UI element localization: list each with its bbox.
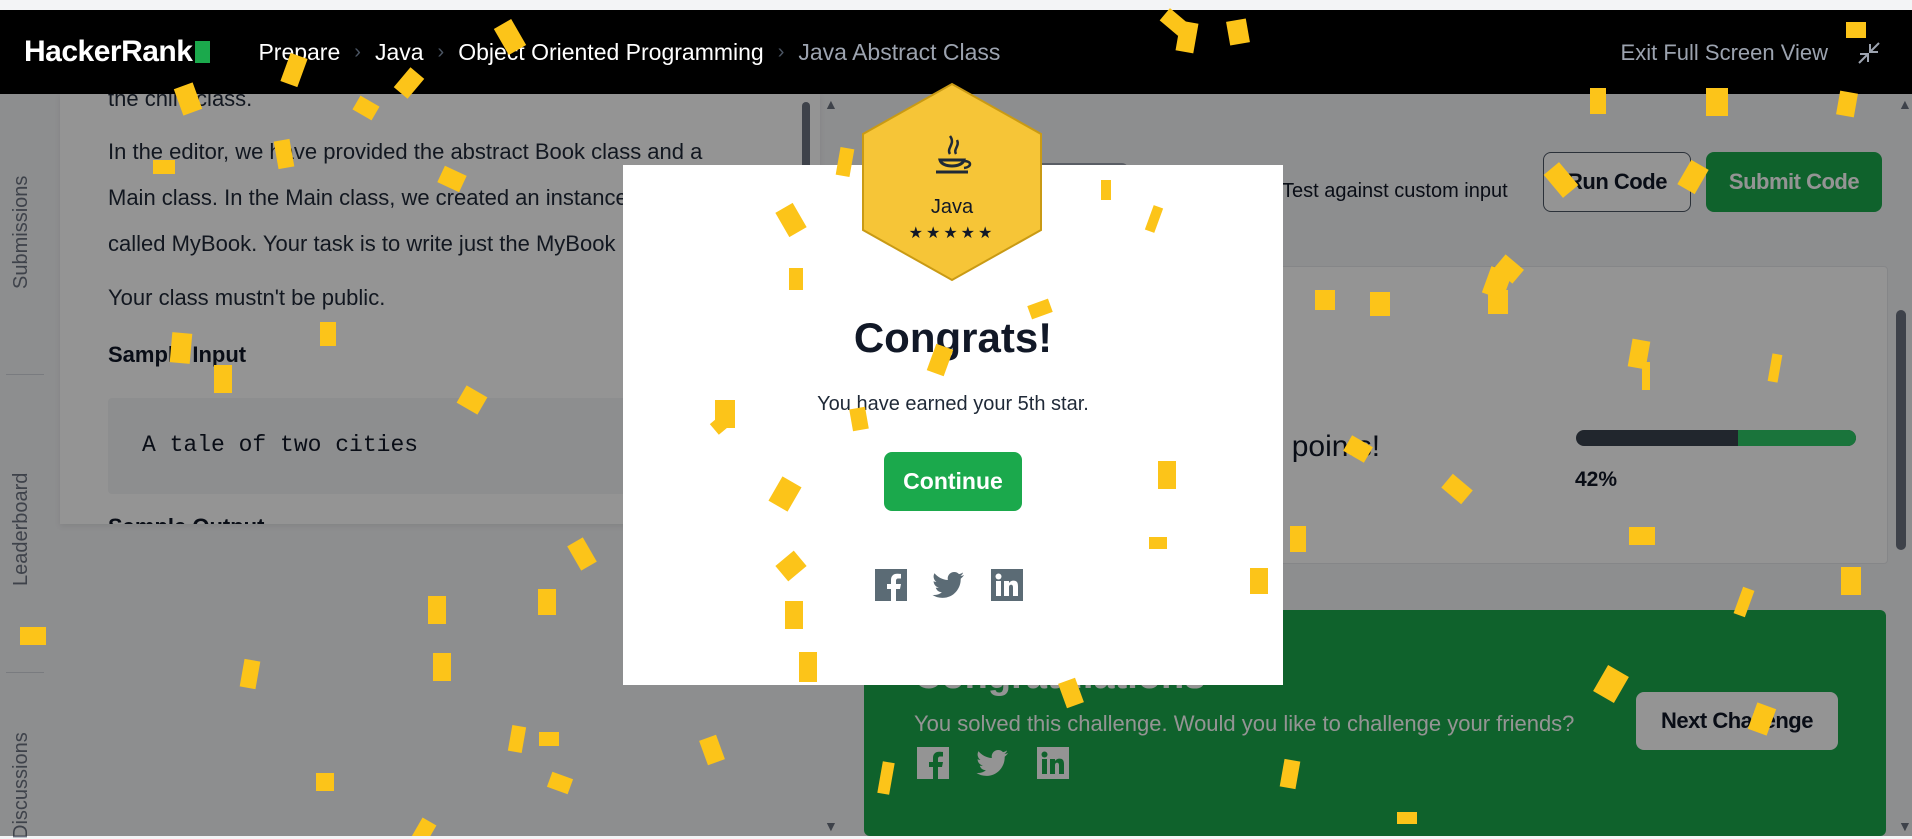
brand-square-icon <box>195 41 211 63</box>
breadcrumb-prepare[interactable]: Prepare <box>258 39 340 66</box>
star-rating: ★★★★★ <box>908 225 996 242</box>
breadcrumb-current: Java Abstract Class <box>798 38 1001 65</box>
breadcrumb-oop[interactable]: Object Oriented Programming <box>458 39 764 66</box>
chevron-right-icon: › <box>777 40 785 63</box>
linkedin-icon[interactable] <box>990 568 1024 602</box>
minimize-icon[interactable] <box>1856 40 1882 66</box>
modal-title: Congrats! <box>853 314 1053 361</box>
java-badge <box>862 82 1042 282</box>
chevron-right-icon: › <box>437 40 445 63</box>
brand-logo[interactable]: HackerRank <box>24 35 211 69</box>
modal-share-icons <box>874 568 1024 602</box>
brand-name: HackerRank <box>24 35 193 68</box>
breadcrumb-java[interactable]: Java <box>375 39 424 66</box>
facebook-icon[interactable] <box>874 568 908 602</box>
modal-subtitle: You have earned your 5th star. <box>817 393 1089 415</box>
breadcrumb: Prepare › Java › Object Oriented Program… <box>258 39 1000 66</box>
badge-label: Java <box>930 196 974 218</box>
chevron-right-icon: › <box>354 40 361 63</box>
twitter-icon[interactable] <box>932 568 966 602</box>
top-strip <box>0 0 1912 10</box>
exit-fullscreen-link[interactable]: Exit Full Screen View <box>1621 40 1828 66</box>
continue-button[interactable]: Continue <box>884 452 1022 511</box>
